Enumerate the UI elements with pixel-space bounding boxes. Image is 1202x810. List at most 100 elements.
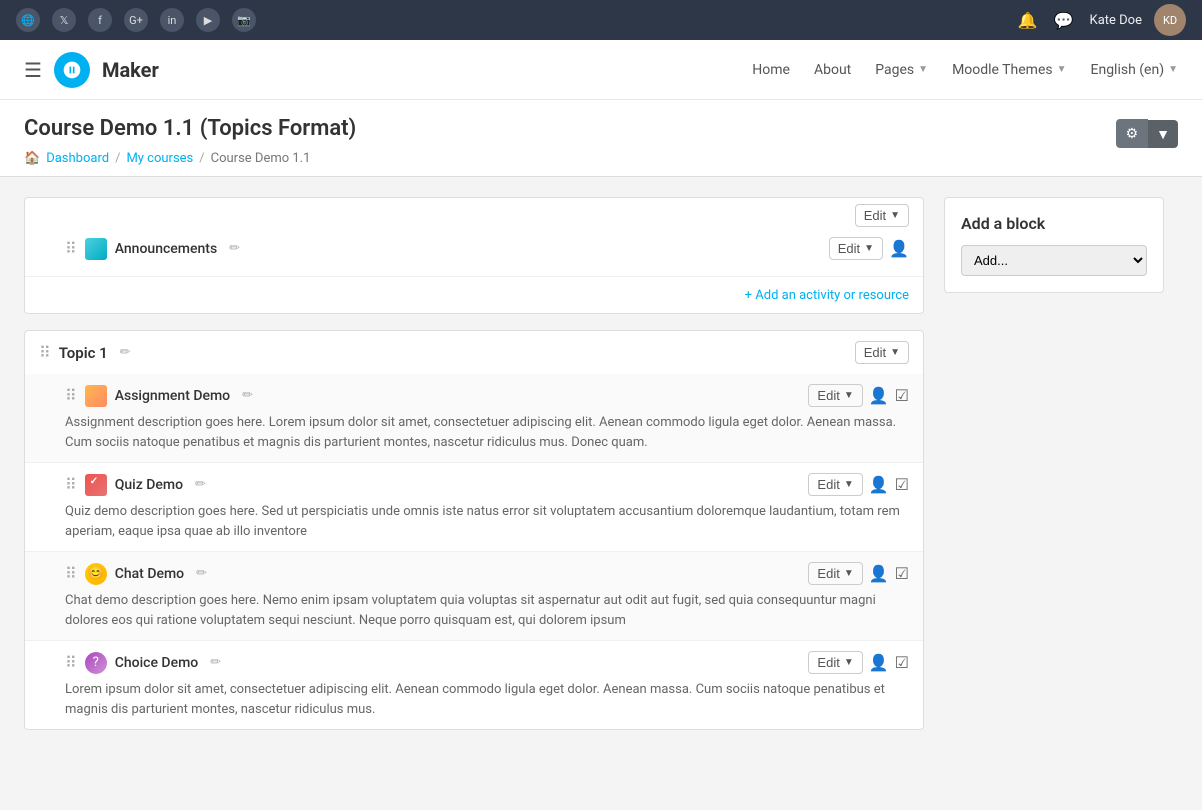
add-block-card: Add a block Add... Activities Blog menu …	[944, 197, 1164, 293]
quiz-header-right: Edit ▼ 👤 ☑	[808, 473, 909, 496]
chat-edit-arrow: ▼	[844, 568, 854, 579]
choice-edit-arrow: ▼	[844, 657, 854, 668]
page-title-row: Course Demo 1.1 (Topics Format) ⚙ ▼	[24, 116, 1178, 151]
pages-dropdown-arrow: ▼	[918, 64, 928, 75]
add-block-select[interactable]: Add... Activities Blog menu Calendar Com…	[961, 245, 1147, 276]
announcements-top-edit-button[interactable]: Edit ▼	[855, 204, 909, 227]
choice-header: ⠿ ? Choice Demo ✏ Edit ▼ 👤 ☑	[65, 651, 909, 674]
quiz-drag-handle[interactable]: ⠿	[65, 475, 77, 494]
assignment-check-icon[interactable]: ☑	[895, 386, 909, 405]
announcements-edit-top-arrow: ▼	[890, 210, 900, 221]
chat-edit-pencil-icon[interactable]: ✏	[196, 566, 207, 581]
assignment-edit-button[interactable]: Edit ▼	[808, 384, 862, 407]
assignment-header-right: Edit ▼ 👤 ☑	[808, 384, 909, 407]
topic1-drag-handle[interactable]: ⠿	[39, 343, 51, 362]
choice-check-icon[interactable]: ☑	[895, 653, 909, 672]
main-layout: Edit ▼ ⠿ Announcements ✏ Edit ▼	[0, 177, 1202, 766]
sidebar: Add a block Add... Activities Blog menu …	[944, 197, 1164, 746]
main-content: Edit ▼ ⠿ Announcements ✏ Edit ▼	[24, 197, 924, 746]
nav-language[interactable]: English (en) ▼	[1091, 62, 1179, 78]
brand-name: Maker	[102, 58, 159, 82]
announcements-section: Edit ▼ ⠿ Announcements ✏ Edit ▼	[24, 197, 924, 314]
topic1-section: ⠿ Topic 1 ✏ Edit ▼ ⠿ Assignm	[24, 330, 924, 730]
moodle-themes-dropdown-arrow: ▼	[1057, 64, 1067, 75]
announcements-person-icon[interactable]: 👤	[889, 239, 909, 258]
chat-person-icon[interactable]: 👤	[869, 564, 889, 583]
choice-edit-pencil-icon[interactable]: ✏	[210, 655, 221, 670]
user-avatar[interactable]: KD	[1154, 4, 1186, 36]
linkedin-icon[interactable]: in	[160, 8, 184, 32]
choice-header-left: ⠿ ? Choice Demo ✏	[65, 652, 221, 674]
add-block-title: Add a block	[961, 214, 1147, 233]
breadcrumb: 🏠 Dashboard / My courses / Course Demo 1…	[24, 151, 1178, 176]
announcements-activity-header: ⠿ Announcements ✏ Edit ▼ 👤	[65, 237, 909, 260]
nav-pages[interactable]: Pages ▼	[875, 62, 928, 78]
announcements-drag-handle[interactable]: ⠿	[65, 239, 77, 258]
assignment-drag-handle[interactable]: ⠿	[65, 386, 77, 405]
breadcrumb-my-courses[interactable]: My courses	[126, 151, 193, 166]
notification-bell-icon[interactable]: 🔔	[1018, 11, 1038, 30]
choice-description: Lorem ipsum dolor sit amet, consectetuer…	[65, 680, 909, 719]
choice-person-icon[interactable]: 👤	[869, 653, 889, 672]
choice-activity-row: ⠿ ? Choice Demo ✏ Edit ▼ 👤 ☑ Lorem	[25, 641, 923, 729]
assignment-edit-pencil-icon[interactable]: ✏	[242, 388, 253, 403]
announcements-icon	[85, 238, 107, 260]
assignment-edit-arrow: ▼	[844, 390, 854, 401]
nav-home[interactable]: Home	[752, 62, 790, 78]
chat-edit-button[interactable]: Edit ▼	[808, 562, 862, 585]
topic1-header: ⠿ Topic 1 ✏ Edit ▼	[25, 331, 923, 374]
top-bar: 🌐 𝕏 f G+ in ▶ 📷 🔔 💬 Kate Doe KD	[0, 0, 1202, 40]
instagram-icon[interactable]: 📷	[232, 8, 256, 32]
topic1-edit-pencil-icon[interactable]: ✏	[120, 345, 131, 360]
gear-dropdown-arrow[interactable]: ▼	[1148, 120, 1178, 148]
assignment-title: Assignment Demo	[115, 388, 230, 404]
nav-moodle-themes[interactable]: Moodle Themes ▼	[952, 62, 1066, 78]
announcements-edit-pencil-icon[interactable]: ✏	[229, 241, 240, 256]
page-header: Course Demo 1.1 (Topics Format) ⚙ ▼ 🏠 Da…	[0, 100, 1202, 177]
quiz-icon: ✓	[85, 474, 107, 496]
assignment-person-icon[interactable]: 👤	[869, 386, 889, 405]
username-label: Kate Doe	[1090, 13, 1142, 28]
hamburger-menu-icon[interactable]: ☰	[24, 58, 42, 82]
navbar: ☰ Maker Home About Pages ▼ Moodle Themes…	[0, 40, 1202, 100]
chat-drag-handle[interactable]: ⠿	[65, 564, 77, 583]
quiz-person-icon[interactable]: 👤	[869, 475, 889, 494]
twitter-icon[interactable]: 𝕏	[52, 8, 76, 32]
google-plus-icon[interactable]: G+	[124, 8, 148, 32]
assignment-activity-row: ⠿ Assignment Demo ✏ Edit ▼ 👤 ☑ Ass	[25, 374, 923, 463]
announcements-edit-arrow: ▼	[864, 243, 874, 254]
nav-about[interactable]: About	[814, 62, 851, 78]
page-title: Course Demo 1.1 (Topics Format)	[24, 116, 356, 141]
quiz-activity-row: ⠿ ✓ Quiz Demo ✏ Edit ▼ 👤 ☑ Quiz dem	[25, 463, 923, 552]
announcements-header-left: ⠿ Announcements ✏	[65, 238, 240, 260]
message-icon[interactable]: 💬	[1054, 11, 1074, 30]
globe-icon[interactable]: 🌐	[16, 8, 40, 32]
quiz-header-left: ⠿ ✓ Quiz Demo ✏	[65, 474, 206, 496]
choice-drag-handle[interactable]: ⠿	[65, 653, 77, 672]
announcements-add-activity: + Add an activity or resource	[25, 277, 923, 313]
assignment-icon	[85, 385, 107, 407]
quiz-edit-button[interactable]: Edit ▼	[808, 473, 862, 496]
chat-header-right: Edit ▼ 👤 ☑	[808, 562, 909, 585]
announcements-header-right: Edit ▼ 👤	[829, 237, 909, 260]
topic1-title: Topic 1	[59, 344, 108, 362]
topic1-edit-button[interactable]: Edit ▼	[855, 341, 909, 364]
youtube-icon[interactable]: ▶	[196, 8, 220, 32]
assignment-header: ⠿ Assignment Demo ✏ Edit ▼ 👤 ☑	[65, 384, 909, 407]
facebook-icon[interactable]: f	[88, 8, 112, 32]
chat-check-icon[interactable]: ☑	[895, 564, 909, 583]
breadcrumb-dashboard[interactable]: Dashboard	[46, 151, 109, 166]
add-activity-link[interactable]: + Add an activity or resource	[745, 288, 909, 303]
navbar-right: Home About Pages ▼ Moodle Themes ▼ Engli…	[752, 62, 1178, 78]
announcements-edit-button[interactable]: Edit ▼	[829, 237, 883, 260]
quiz-edit-arrow: ▼	[844, 479, 854, 490]
gear-button[interactable]: ⚙	[1116, 119, 1149, 148]
choice-icon: ?	[85, 652, 107, 674]
quiz-edit-pencil-icon[interactable]: ✏	[195, 477, 206, 492]
choice-edit-button[interactable]: Edit ▼	[808, 651, 862, 674]
social-icons-group: 🌐 𝕏 f G+ in ▶ 📷	[16, 8, 256, 32]
quiz-header: ⠿ ✓ Quiz Demo ✏ Edit ▼ 👤 ☑	[65, 473, 909, 496]
gear-button-group: ⚙ ▼	[1116, 119, 1178, 148]
quiz-description: Quiz demo description goes here. Sed ut …	[65, 502, 909, 541]
quiz-check-icon[interactable]: ☑	[895, 475, 909, 494]
